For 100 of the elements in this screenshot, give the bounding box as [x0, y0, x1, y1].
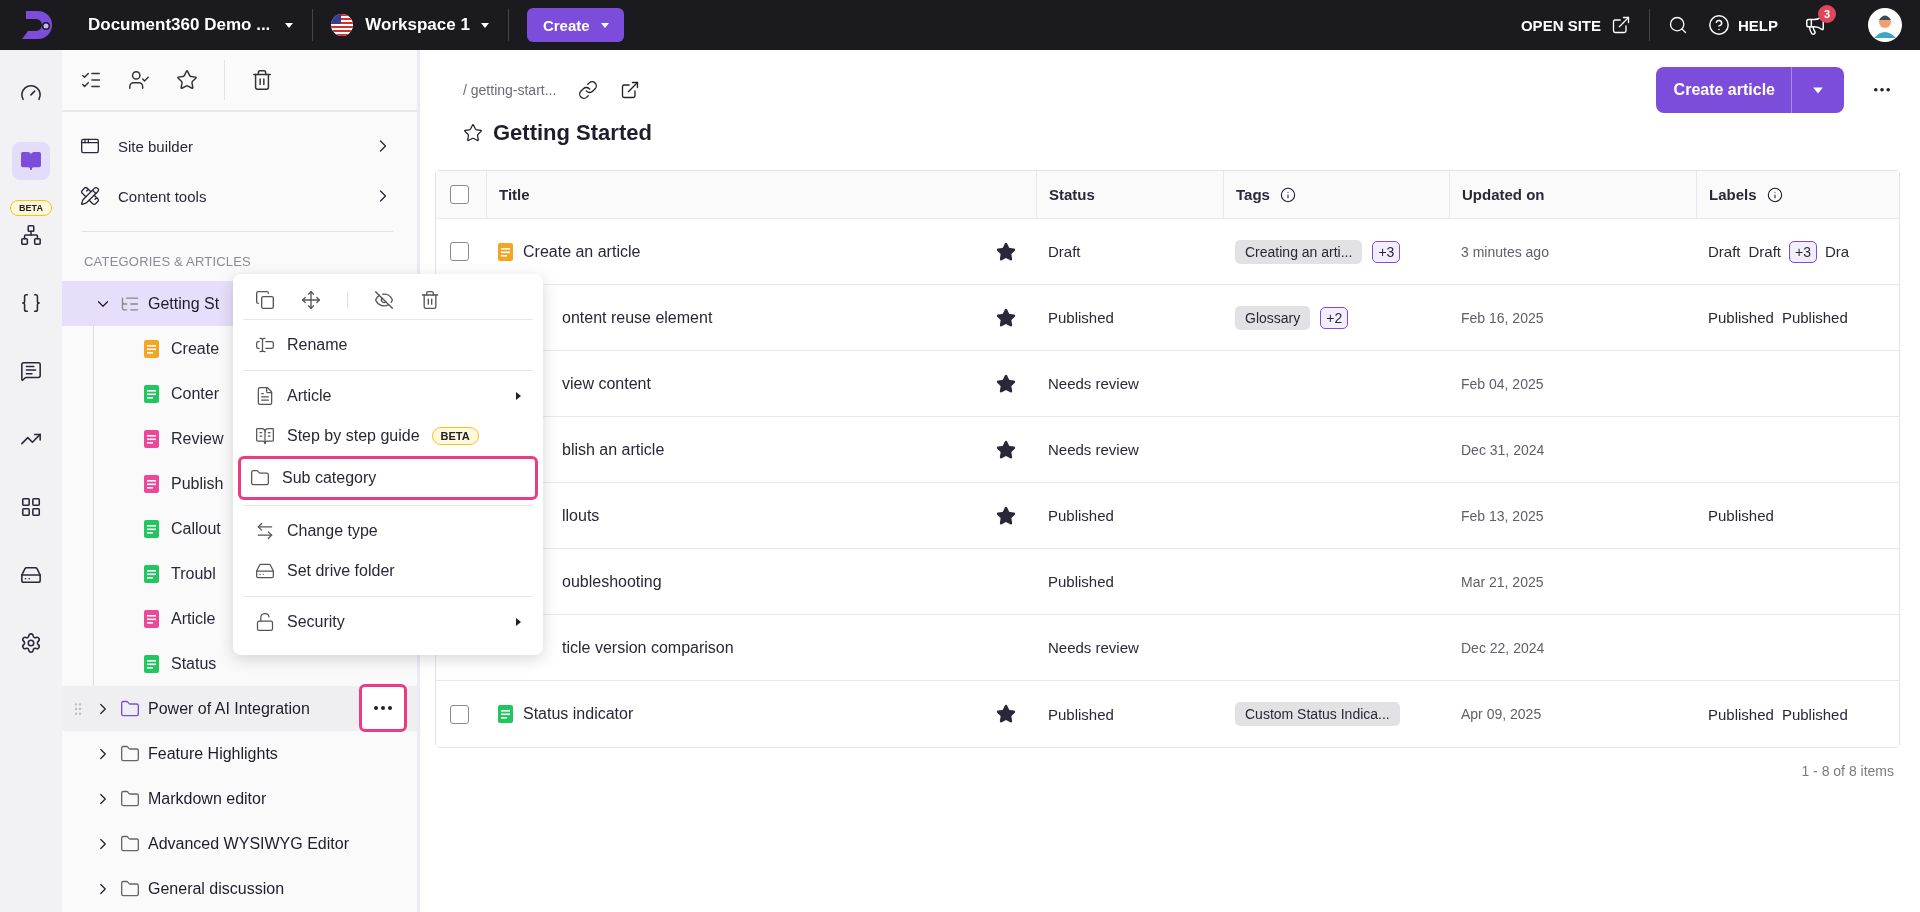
status-text: Published — [1048, 507, 1114, 524]
article-title[interactable]: ontent reuse element — [562, 308, 986, 327]
link-icon[interactable] — [578, 80, 599, 100]
checkbox[interactable] — [450, 704, 469, 724]
star-icon[interactable] — [176, 69, 198, 91]
breadcrumb[interactable]: / getting-start... — [463, 82, 557, 98]
more-count[interactable]: +3 — [1789, 240, 1817, 263]
sidebar-nav-item[interactable]: Content tools — [118, 187, 355, 205]
article-label[interactable]: Publish — [171, 474, 224, 493]
create-button[interactable]: Create — [526, 8, 624, 42]
article-label[interactable]: Conter — [171, 384, 220, 403]
help-link[interactable]: HELP — [1738, 16, 1778, 34]
workspace-name[interactable]: Workspace 1 — [365, 15, 470, 35]
project-name[interactable]: Document360 Demo ... — [88, 15, 271, 35]
article-label[interactable]: Status — [171, 654, 217, 673]
hierarchy-icon — [20, 224, 42, 246]
star-icon[interactable] — [996, 439, 1016, 460]
article-title[interactable]: Create an article — [523, 242, 986, 261]
category-label[interactable]: Feature Highlights — [148, 744, 278, 763]
menu-item[interactable]: Step by step guide BETA — [243, 416, 533, 456]
star-icon[interactable] — [996, 505, 1016, 526]
star-icon[interactable] — [996, 241, 1016, 262]
beta-badge: BETA — [431, 427, 479, 445]
category-label[interactable]: Markdown editor — [148, 789, 267, 808]
book-nav-button[interactable] — [12, 142, 50, 180]
star-icon[interactable] — [996, 373, 1016, 394]
column-header[interactable]: Tags — [1236, 186, 1270, 203]
move-icon[interactable] — [301, 289, 321, 310]
more-count[interactable]: +3 — [1372, 240, 1401, 263]
caret-icon — [599, 20, 610, 30]
date-text: Mar 21, 2025 — [1461, 573, 1544, 590]
rename-icon — [255, 335, 275, 355]
article-title[interactable]: Status indicator — [523, 705, 986, 723]
more-button[interactable] — [1874, 88, 1890, 92]
date-text: Dec 31, 2024 — [1461, 441, 1545, 458]
tag[interactable]: Custom Status Indica... — [1235, 702, 1400, 726]
star-icon[interactable] — [463, 123, 483, 143]
category-label[interactable]: Power of AI Integration — [148, 699, 310, 718]
menu-item-label: Security — [287, 613, 346, 631]
menu-item[interactable]: Sub category — [238, 456, 538, 500]
category-row[interactable]: Power of AI Integration — [62, 686, 417, 731]
search-icon[interactable] — [1668, 15, 1688, 35]
article-title[interactable]: view content — [562, 374, 986, 393]
menu-item[interactable]: Article — [243, 376, 533, 416]
help-icon[interactable] — [1708, 14, 1730, 36]
pagination-text: 1 - 8 of 8 items — [1801, 763, 1894, 779]
column-header[interactable]: Labels — [1709, 186, 1757, 203]
user-check-icon[interactable] — [128, 69, 150, 91]
pencil-ruler-icon — [80, 186, 100, 206]
article-title[interactable]: llouts — [562, 506, 986, 525]
article-label[interactable]: Article — [171, 609, 216, 628]
logo[interactable] — [20, 9, 54, 41]
braces-icon — [20, 292, 42, 314]
trash-icon[interactable] — [251, 69, 273, 91]
tag[interactable]: Creating an arti... — [1235, 239, 1363, 264]
more-count[interactable]: +2 — [1320, 306, 1349, 329]
avatar[interactable] — [1868, 8, 1902, 42]
external-link-icon[interactable] — [1611, 15, 1631, 35]
column-header[interactable]: Status — [1049, 186, 1095, 203]
category-label[interactable]: Getting St — [148, 294, 220, 313]
page-title: Getting Started — [493, 120, 652, 146]
column-header[interactable]: Title — [499, 186, 530, 203]
menu-item[interactable]: Rename — [243, 325, 533, 365]
external-link-icon[interactable] — [620, 80, 641, 100]
folder-icon — [120, 698, 140, 719]
category-row[interactable]: Advanced WYSIWYG Editor — [62, 821, 417, 866]
status-text: Needs review — [1048, 639, 1139, 656]
sidebar-nav-item[interactable]: Site builder — [118, 137, 355, 155]
folder-icon — [120, 788, 140, 809]
checkbox[interactable] — [450, 185, 469, 204]
label-text: Published — [1708, 705, 1774, 723]
category-row[interactable]: Markdown editor — [62, 776, 417, 821]
status-text: Draft — [1048, 243, 1081, 260]
trash-icon[interactable] — [420, 289, 440, 310]
tag[interactable]: Glossary — [1235, 305, 1311, 330]
menu-item[interactable]: Security — [243, 602, 533, 642]
open-site-link[interactable]: OPEN SITE — [1520, 16, 1601, 34]
checkbox[interactable] — [450, 242, 469, 261]
copy-icon[interactable] — [255, 289, 275, 310]
menu-item[interactable]: Set drive folder — [243, 551, 533, 591]
folder-icon — [120, 833, 140, 854]
category-label[interactable]: General discussion — [148, 879, 285, 898]
star-icon[interactable] — [996, 704, 1016, 724]
article-label[interactable]: Troubl — [171, 564, 216, 583]
eye-off-icon[interactable] — [374, 289, 394, 310]
folder-icon — [250, 468, 270, 488]
menu-item-label: Change type — [287, 522, 379, 540]
article-title[interactable]: oubleshooting — [562, 572, 1036, 591]
article-title[interactable]: blish an article — [562, 440, 986, 459]
star-icon[interactable] — [996, 307, 1016, 328]
article-title[interactable]: ticle version comparison — [562, 638, 1036, 657]
category-row[interactable]: General discussion — [62, 866, 417, 911]
category-label[interactable]: Advanced WYSIWYG Editor — [148, 834, 349, 853]
category-row[interactable]: Feature Highlights — [62, 731, 417, 776]
article-label[interactable]: Create — [171, 339, 220, 358]
menu-item[interactable]: Change type — [243, 511, 533, 551]
article-label[interactable]: Callout — [171, 519, 221, 538]
column-header[interactable]: Updated on — [1462, 186, 1545, 203]
menu-item-label: Set drive folder — [287, 562, 396, 580]
article-label[interactable]: Review — [171, 429, 224, 448]
